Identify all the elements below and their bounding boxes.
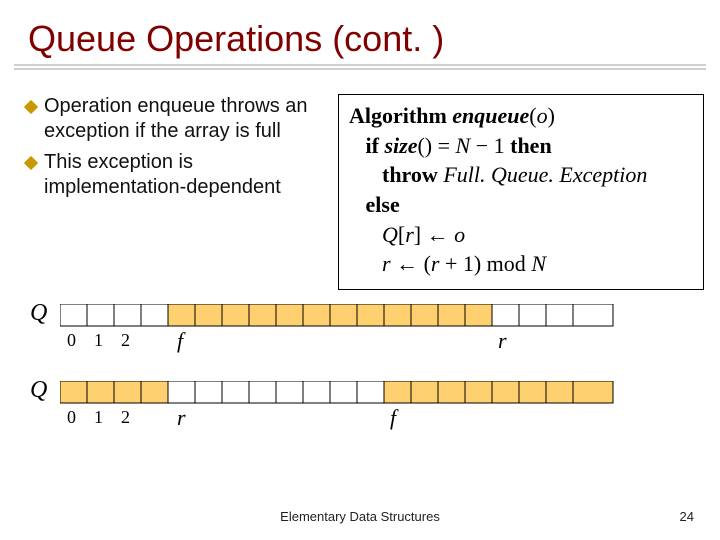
- svg-text:2: 2: [121, 407, 130, 427]
- bullet-text: This exception is implementation-depende…: [44, 150, 328, 200]
- content-row: Operation enqueue throws an exception if…: [0, 70, 720, 290]
- bullet-item: Operation enqueue throws an exception if…: [18, 94, 328, 144]
- array-diagrams: Q: [0, 290, 720, 436]
- svg-text:r: r: [498, 328, 507, 353]
- svg-text:r: r: [177, 405, 186, 430]
- bullet-text: Operation enqueue throws an exception if…: [44, 94, 328, 144]
- algo-line: Q[r] ← o: [349, 220, 693, 250]
- array-q-label: Q: [30, 300, 47, 327]
- footer-text: Elementary Data Structures: [0, 509, 720, 524]
- svg-text:1: 1: [94, 330, 103, 350]
- bullet-list: Operation enqueue throws an exception if…: [18, 94, 328, 290]
- algo-line: r ← (r + 1) mod N: [349, 249, 693, 279]
- title-underline-1: [14, 64, 706, 66]
- slide-title: Queue Operations (cont. ): [0, 0, 720, 64]
- array-figure-2: Q: [60, 381, 680, 436]
- algorithm-box: Algorithm enqueue(o) if size() = N − 1 t…: [338, 94, 704, 290]
- diamond-icon: [18, 150, 44, 170]
- array-q-label: Q: [30, 377, 47, 404]
- array-svg-1: 0 1 2 f r: [60, 304, 630, 354]
- svg-text:f: f: [390, 405, 399, 430]
- svg-text:f: f: [177, 328, 186, 353]
- algo-line: throw Full. Queue. Exception: [349, 160, 693, 190]
- array-figure-1: Q: [60, 304, 680, 359]
- page-number: 24: [680, 509, 694, 524]
- diamond-icon: [18, 94, 44, 114]
- array-svg-2: 0 1 2 r f: [60, 381, 630, 431]
- svg-text:0: 0: [67, 407, 76, 427]
- svg-text:0: 0: [67, 330, 76, 350]
- svg-text:2: 2: [121, 330, 130, 350]
- algo-line: if size() = N − 1 then: [349, 131, 693, 161]
- algo-line: else: [349, 190, 693, 220]
- svg-text:1: 1: [94, 407, 103, 427]
- bullet-item: This exception is implementation-depende…: [18, 150, 328, 200]
- algo-line: Algorithm enqueue(o): [349, 101, 693, 131]
